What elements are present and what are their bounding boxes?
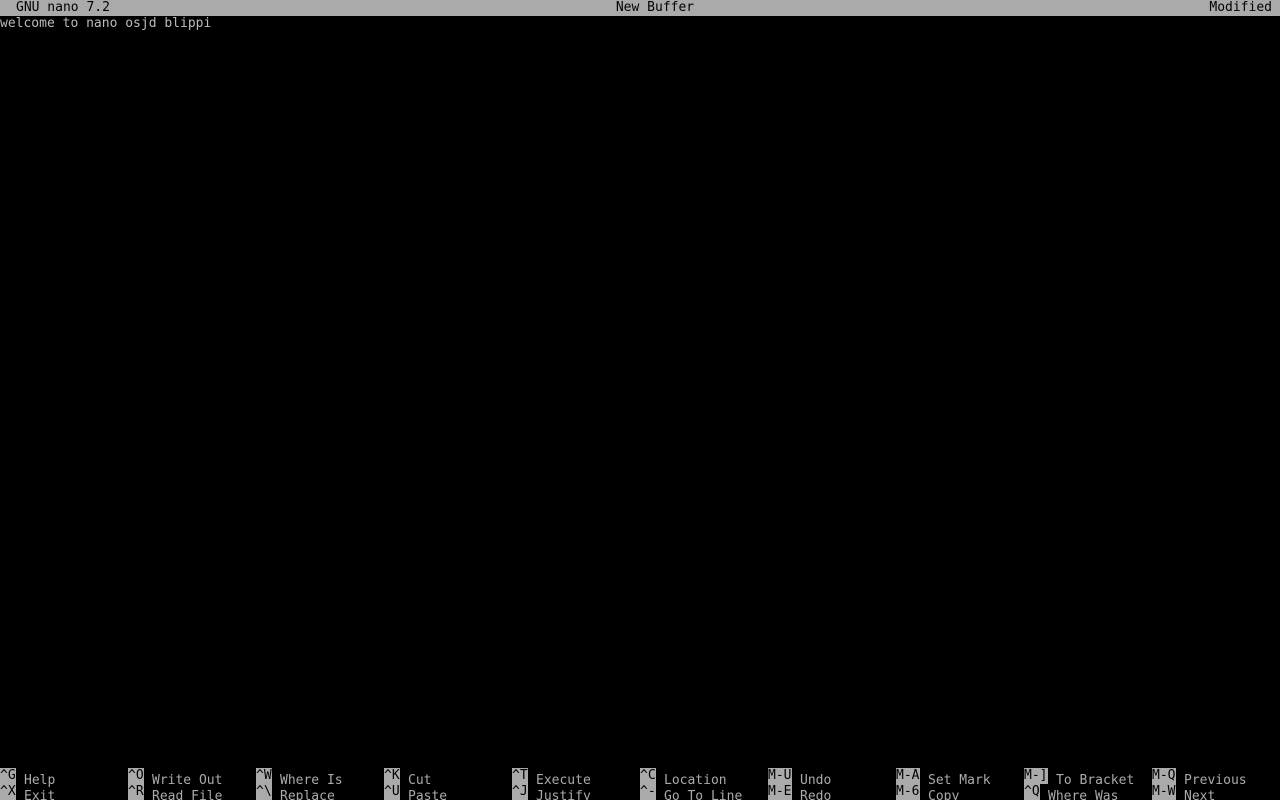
- shortcut-label: Paste: [408, 789, 448, 800]
- editor-area[interactable]: welcome to nano osjd blippi: [0, 16, 1280, 768]
- shortcut-key: ^J: [512, 784, 528, 800]
- shortcut-set-mark[interactable]: M-A Set Mark: [896, 768, 991, 788]
- shortcut-key: ^U: [384, 784, 400, 800]
- shortcut-key: ^-: [640, 784, 656, 800]
- shortcut-key: M-A: [896, 768, 920, 784]
- shortcut-location[interactable]: ^C Location: [640, 768, 727, 788]
- shortcut-key: ^O: [128, 768, 144, 784]
- shortcut-label: Copy: [928, 789, 960, 800]
- shortcut-copy[interactable]: M-6 Copy: [896, 784, 959, 800]
- shortcut-previous[interactable]: M-Q Previous: [1152, 768, 1247, 788]
- shortcut-key: ^C: [640, 768, 656, 784]
- shortcut-label: Read File: [152, 789, 223, 800]
- shortcut-next[interactable]: M-W Next: [1152, 784, 1215, 800]
- shortcut-to-bracket[interactable]: M-] To Bracket: [1024, 768, 1134, 788]
- shortcut-justify[interactable]: ^J Justify: [512, 784, 591, 800]
- shortcut-go-to-line[interactable]: ^- Go To Line: [640, 784, 742, 800]
- shortcut-where-is[interactable]: ^W Where Is: [256, 768, 343, 788]
- shortcut-key: M-W: [1152, 784, 1176, 800]
- shortcut-label: Next: [1184, 789, 1216, 800]
- shortcut-label: Justify: [536, 789, 591, 800]
- shortcut-label: Exit: [24, 789, 56, 800]
- shortcut-key: M-Q: [1152, 768, 1176, 784]
- shortcut-key: M-E: [768, 784, 792, 800]
- shortcut-paste[interactable]: ^U Paste: [384, 784, 447, 800]
- shortcut-write-out[interactable]: ^O Write Out: [128, 768, 222, 788]
- shortcut-help[interactable]: ^G Help: [0, 768, 55, 788]
- shortcut-key: ^W: [256, 768, 272, 784]
- title-bar: GNU nano 7.2 New Buffer Modified: [0, 0, 1280, 16]
- shortcut-redo[interactable]: M-E Redo: [768, 784, 831, 800]
- editor-line[interactable]: welcome to nano osjd blippi: [0, 16, 211, 32]
- buffer-name: New Buffer: [615, 0, 695, 15]
- shortcut-key: M-U: [768, 768, 792, 784]
- shortcut-key: M-]: [1024, 768, 1048, 784]
- shortcut-where-was[interactable]: ^Q Where Was: [1024, 784, 1118, 800]
- shortcut-label: Redo: [800, 789, 832, 800]
- shortcut-key: ^\: [256, 784, 272, 800]
- shortcut-key: M-6: [896, 784, 920, 800]
- shortcut-label: Where Was: [1048, 789, 1119, 800]
- shortcut-key: ^K: [384, 768, 400, 784]
- shortcut-key: ^T: [512, 768, 528, 784]
- shortcut-key: ^Q: [1024, 784, 1040, 800]
- shortcut-bar: ^G Help ^O Write Out ^W Where Is ^K Cut ^T Execut…: [0, 768, 1280, 800]
- shortcut-undo[interactable]: M-U Undo: [768, 768, 831, 788]
- shortcut-cut[interactable]: ^K Cut: [384, 768, 431, 788]
- shortcut-label: Replace: [280, 789, 335, 800]
- shortcut-key: ^X: [0, 784, 16, 800]
- shortcut-read-file[interactable]: ^R Read File: [128, 784, 222, 800]
- shortcut-key: ^R: [128, 784, 144, 800]
- modified-indicator: Modified: [1209, 0, 1272, 15]
- shortcut-replace[interactable]: ^\ Replace: [256, 784, 335, 800]
- shortcut-execute[interactable]: ^T Execute: [512, 768, 591, 788]
- shortcut-exit[interactable]: ^X Exit: [0, 784, 55, 800]
- shortcut-label: Go To Line: [664, 789, 743, 800]
- shortcut-key: ^G: [0, 768, 16, 784]
